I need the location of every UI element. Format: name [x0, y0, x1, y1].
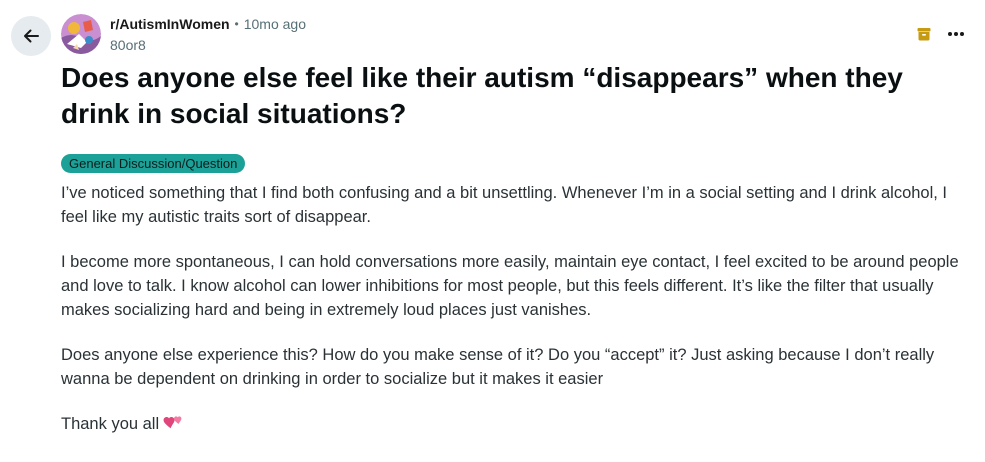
subreddit-avatar[interactable] — [61, 14, 101, 54]
post-timestamp: 10mo ago — [243, 16, 307, 32]
post-paragraph: I become more spontaneous, I can hold co… — [61, 253, 959, 319]
post-meta-row: r/AutismInWomen • 10mo ago — [110, 15, 306, 34]
more-options-button[interactable] — [941, 20, 971, 48]
meta-separator: • — [234, 17, 239, 31]
back-button[interactable] — [11, 16, 51, 56]
post-paragraph: Does anyone else experience this? How do… — [61, 346, 935, 388]
subreddit-link[interactable]: r/AutismInWomen — [110, 15, 230, 34]
post-body: I’ve noticed something that I find both … — [61, 181, 976, 457]
two-hearts-emoji — [163, 416, 182, 429]
archive-icon — [917, 28, 931, 41]
post-title: Does anyone else feel like their autism … — [61, 62, 903, 129]
subreddit-avatar-image — [61, 14, 101, 54]
post-closing-text: Thank you all — [61, 415, 160, 433]
post-paragraph: I’ve noticed something that I find both … — [61, 184, 948, 226]
arrow-left-icon — [24, 29, 39, 43]
post-page: r/AutismInWomen • 10mo ago 80or8 Does an… — [0, 0, 985, 462]
post-closing: Thank you all — [61, 412, 976, 436]
author-username[interactable]: 80or8 — [110, 36, 306, 55]
post-flair[interactable]: General Discussion/Question — [61, 154, 246, 173]
ellipsis-icon — [948, 32, 964, 36]
post-meta: r/AutismInWomen • 10mo ago 80or8 — [110, 15, 306, 55]
